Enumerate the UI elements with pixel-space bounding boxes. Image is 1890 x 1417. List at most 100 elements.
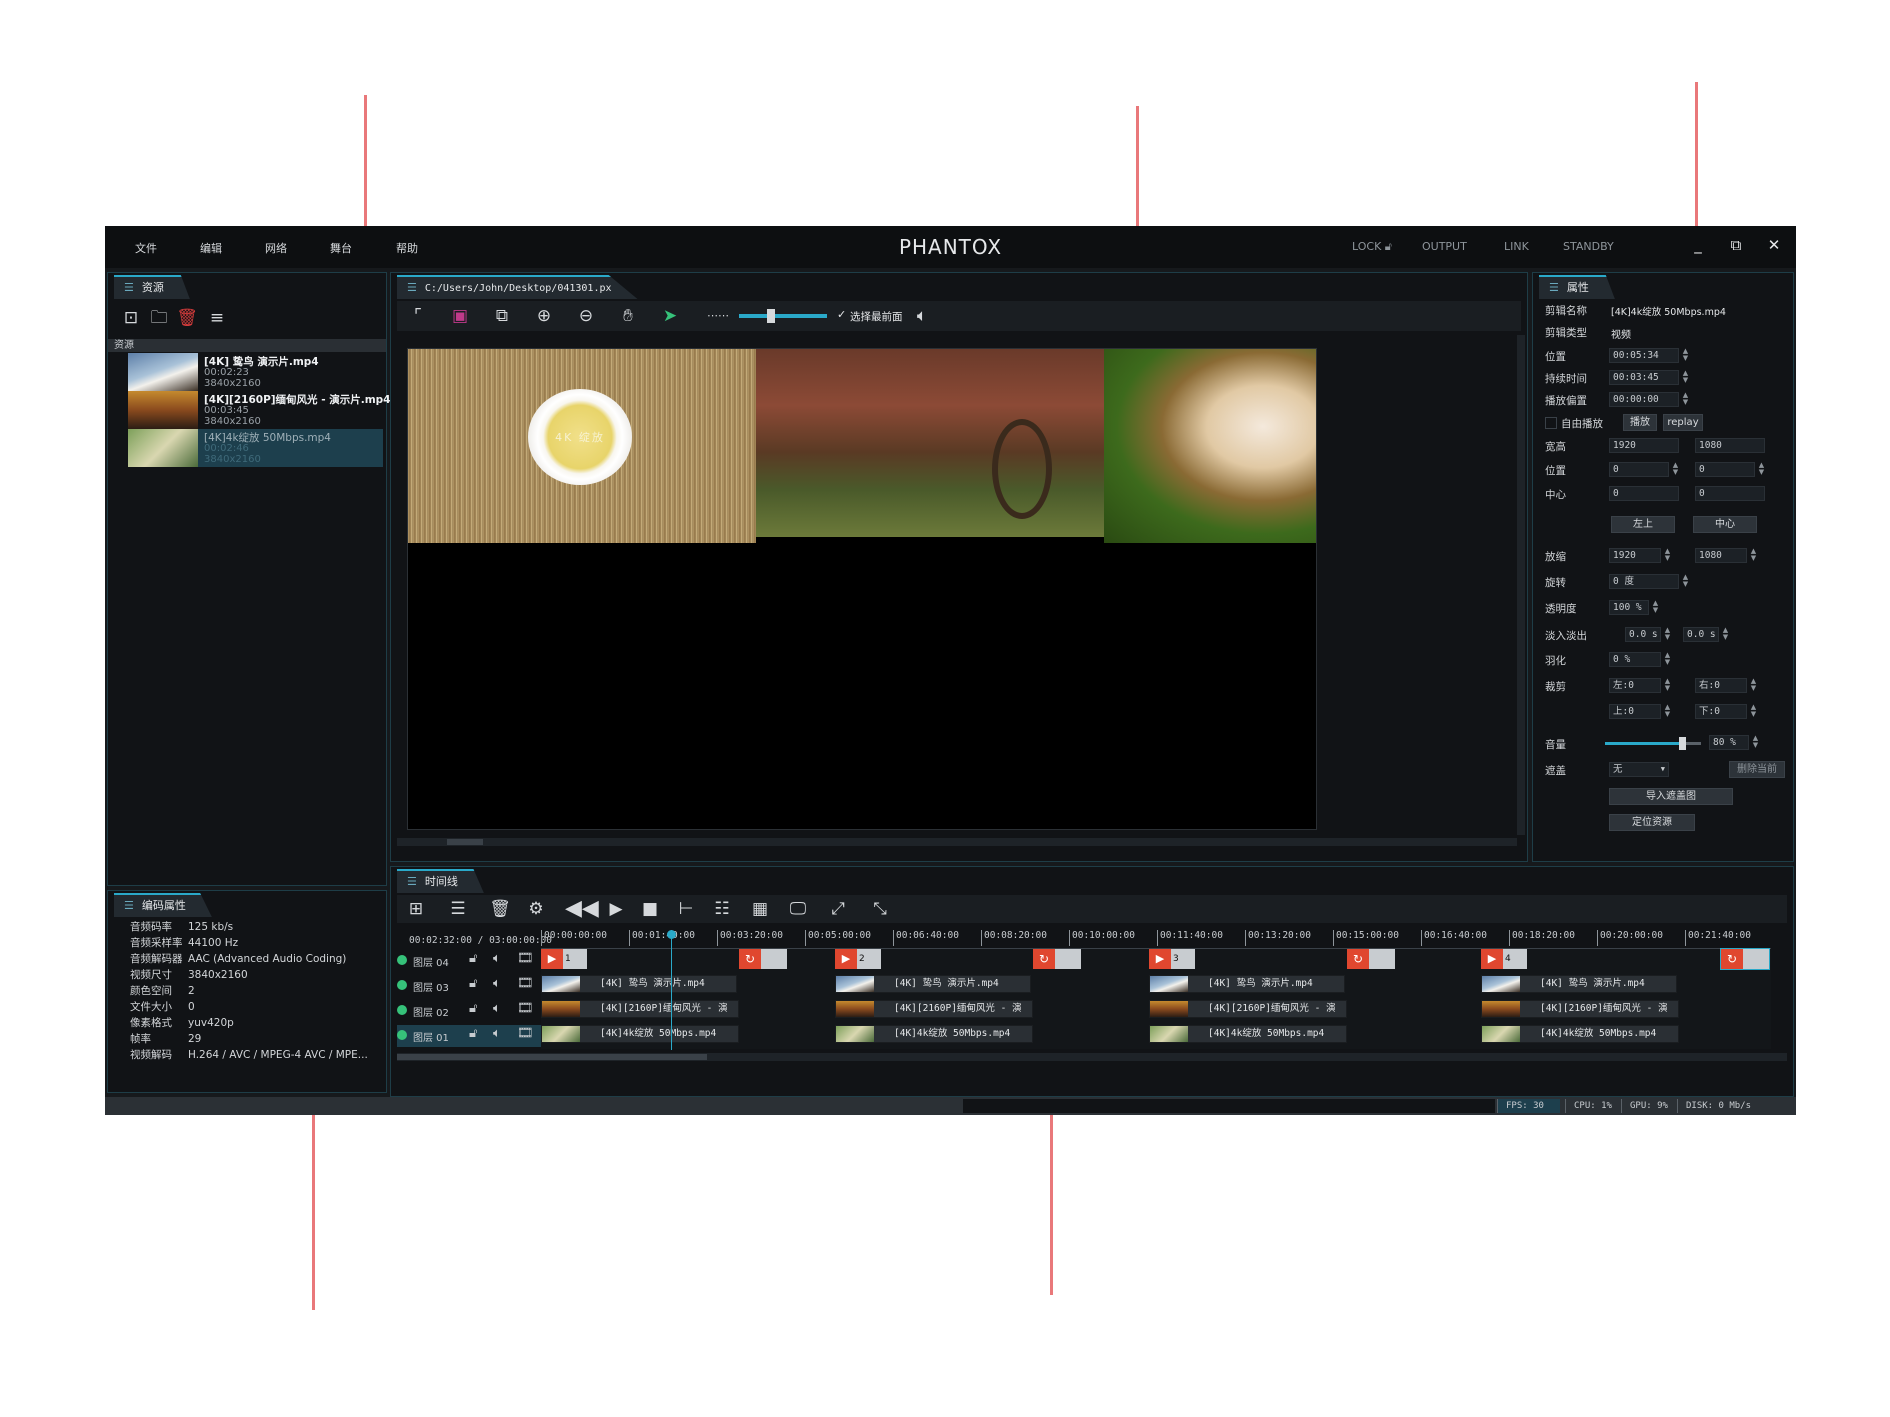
add-folder-icon[interactable]: 🗀︎: [146, 305, 172, 331]
timeline-clip[interactable]: [4K]4k绽放 50Mbps.mp4: [1481, 1025, 1679, 1043]
center-y-field[interactable]: 0: [1695, 486, 1765, 501]
resource-item[interactable]: [4K] 鸷鸟 演示片.mp4 00:02:23 3840x2160: [128, 353, 383, 391]
resource-item-selected[interactable]: [4K]4k绽放 50Mbps.mp4 00:02:46 3840x2160: [128, 429, 383, 467]
crop-left-field[interactable]: 左:0: [1609, 678, 1661, 693]
film-icon[interactable]: 🎞︎: [517, 951, 534, 966]
stage-canvas[interactable]: 4K 绽放: [407, 348, 1317, 830]
nav-standby[interactable]: STANDBY: [1563, 240, 1614, 253]
mask-select[interactable]: 无 ▼: [1609, 762, 1669, 777]
tab-resources[interactable]: ☰ 资源: [114, 275, 190, 299]
free-play-checkbox[interactable]: [1545, 417, 1557, 429]
menu-icon[interactable]: ≡: [204, 305, 230, 331]
monitor-icon[interactable]: 🖵︎: [785, 896, 811, 922]
timeline-clip[interactable]: [4K][2160P]缅甸风光 - 演: [1481, 1000, 1679, 1018]
nav-link[interactable]: LINK: [1504, 240, 1529, 253]
layer-row[interactable]: 图层 02 🔓︎ 🔈︎ 🎞︎: [397, 1000, 547, 1022]
play-icon[interactable]: ▶: [603, 896, 629, 922]
spinner-arrows-icon[interactable]: ▲ ▼: [1749, 704, 1758, 719]
spinner-arrows-icon[interactable]: ▲ ▼: [1671, 462, 1680, 477]
volume-field[interactable]: 80 %: [1709, 735, 1749, 750]
stage-scrollbar-v[interactable]: [1517, 335, 1525, 835]
layer-enabled-dot[interactable]: [397, 1030, 407, 1040]
spinner-arrows-icon[interactable]: ▲ ▼: [1681, 370, 1690, 385]
stage-scrollbar-h[interactable]: [397, 838, 1517, 846]
spinner-arrows-icon[interactable]: ▲ ▼: [1681, 392, 1690, 407]
expand-icon[interactable]: ⤢: [825, 896, 851, 922]
grid-icon[interactable]: ▦: [747, 896, 773, 922]
tab-timeline[interactable]: ☰ 时间线: [397, 869, 484, 893]
timeline-clip[interactable]: [4K] 鸷鸟 演示片.mp4: [541, 975, 737, 993]
fade-out-field[interactable]: 0.0 s: [1683, 627, 1719, 642]
playhead[interactable]: [671, 930, 672, 1050]
delete-icon[interactable]: 🗑︎: [174, 305, 200, 331]
restore-button[interactable]: ⧉: [1725, 234, 1747, 256]
timeline-clip[interactable]: [4K] 鸷鸟 演示片.mp4: [835, 975, 1031, 993]
spinner-arrows-icon[interactable]: ▲ ▼: [1663, 704, 1672, 719]
center-button[interactable]: 中心: [1693, 516, 1757, 533]
timeline-clip[interactable]: [4K]4k绽放 50Mbps.mp4: [835, 1025, 1033, 1043]
crop-top-field[interactable]: 上:0: [1609, 704, 1661, 719]
align-icon[interactable]: ⊢: [673, 896, 699, 922]
spinner-arrows-icon[interactable]: ▲ ▼: [1651, 600, 1660, 615]
timeline-scrollbar[interactable]: [397, 1053, 1787, 1061]
spinner-arrows-icon[interactable]: ▲ ▼: [1749, 548, 1758, 563]
layer-row[interactable]: 图层 04 🔓︎ 🔈︎ 🎞︎: [397, 950, 547, 972]
timeline-clip[interactable]: [4K][2160P]缅甸风光 - 演: [835, 1000, 1033, 1018]
settings-gear-icon[interactable]: ⚙︎: [523, 896, 549, 922]
tab-properties[interactable]: ☰ 属性: [1539, 275, 1615, 299]
film-icon[interactable]: 🎞︎: [517, 1026, 534, 1041]
spinner-arrows-icon[interactable]: ▲ ▼: [1663, 548, 1672, 563]
import-file-icon[interactable]: ⊡: [118, 305, 144, 331]
opacity-field[interactable]: 100 %: [1609, 600, 1649, 615]
layer-enabled-dot[interactable]: [397, 1005, 407, 1015]
timeline-clip[interactable]: [4K]4k绽放 50Mbps.mp4: [541, 1025, 739, 1043]
zoom-out-icon[interactable]: ⊖: [573, 303, 599, 329]
zoom-in-icon[interactable]: ⊕: [531, 303, 557, 329]
layer-enabled-dot[interactable]: [397, 980, 407, 990]
pos-y-field[interactable]: 0: [1695, 462, 1755, 477]
layer-list-icon[interactable]: ☰: [445, 896, 471, 922]
collapse-icon[interactable]: ⤡: [867, 896, 893, 922]
feather-field[interactable]: 0 %: [1609, 652, 1661, 667]
volume-slider[interactable]: [1605, 737, 1701, 750]
select-top-checkbox[interactable]: ✓: [837, 308, 846, 321]
timeline-ruler[interactable]: 00:00:00:00 00:01:40:00 00:03:20:00 00:05:0…: [541, 930, 1771, 949]
width-field[interactable]: 1920: [1609, 438, 1679, 453]
film-icon[interactable]: 🎞︎: [517, 976, 534, 991]
speaker-icon[interactable]: 🔈︎: [493, 951, 501, 966]
locate-resource-button[interactable]: 定位资源: [1609, 814, 1695, 831]
timeline-clip[interactable]: [4K] 鸷鸟 演示片.mp4: [1481, 975, 1677, 993]
timeline-tracks[interactable]: ▶ 1 ↻ [4K] 鸷鸟 演示片.mp4 [4K][2160P]缅甸风光 - 演 [4K…: [541, 948, 1771, 1049]
spinner-arrows-icon[interactable]: ▲ ▼: [1681, 348, 1690, 363]
pos-x-field[interactable]: 0: [1609, 462, 1669, 477]
start-marker[interactable]: ▶ 3: [1149, 949, 1195, 969]
zoom-slider-handle[interactable]: [767, 309, 775, 323]
stop-icon[interactable]: ■: [637, 896, 663, 922]
position-field[interactable]: 00:05:34: [1609, 348, 1679, 363]
scale-h-field[interactable]: 1080: [1695, 548, 1747, 563]
hand-icon[interactable]: ✋︎: [615, 303, 641, 329]
crop-right-field[interactable]: 右:0: [1695, 678, 1747, 693]
crop-icon[interactable]: ⌜: [405, 303, 431, 329]
lock-icon[interactable]: 🔓︎: [469, 1001, 477, 1016]
lock-icon[interactable]: 🔓︎: [469, 976, 477, 991]
select-arrow-icon[interactable]: ➤: [657, 303, 683, 329]
group-icon[interactable]: ⧉: [489, 303, 515, 329]
scrollbar-thumb[interactable]: [397, 1054, 707, 1060]
center-x-field[interactable]: 0: [1609, 486, 1679, 501]
spinner-arrows-icon[interactable]: ▲ ▼: [1663, 678, 1672, 693]
lock-icon[interactable]: 🔓︎: [469, 951, 477, 966]
spinner-arrows-icon[interactable]: ▲ ▼: [1721, 627, 1730, 642]
speaker-icon[interactable]: 🔈︎: [909, 303, 935, 329]
crop-bottom-field[interactable]: 下:0: [1695, 704, 1747, 719]
layer-enabled-dot[interactable]: [397, 955, 407, 965]
speaker-icon[interactable]: 🔈︎: [493, 1026, 501, 1041]
scrollbar-thumb[interactable]: [447, 839, 483, 845]
rotate-field[interactable]: 0 度: [1609, 574, 1679, 589]
speaker-icon[interactable]: 🔈︎: [493, 976, 501, 991]
fade-in-field[interactable]: 0.0 s: [1625, 627, 1661, 642]
spinner-arrows-icon[interactable]: ▲ ▼: [1757, 462, 1766, 477]
start-marker[interactable]: ▶ 1: [541, 949, 587, 969]
spinner-arrows-icon[interactable]: ▲ ▼: [1751, 735, 1760, 750]
lock-icon[interactable]: 🔓︎: [469, 1026, 477, 1041]
